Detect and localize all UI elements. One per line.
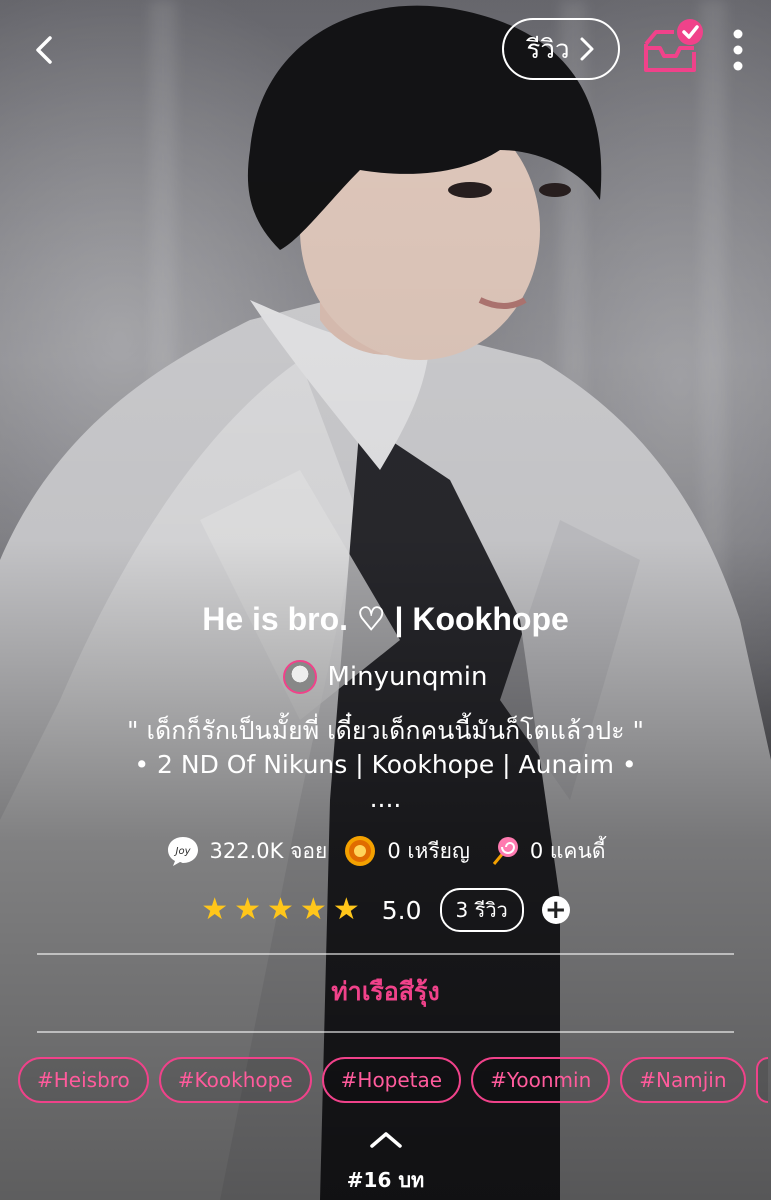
author-link[interactable]: Minyunqmin: [0, 660, 771, 694]
tag-chip[interactable]: #Hopetae: [321, 1057, 462, 1103]
joy-count: 322.0K จอย: [209, 838, 328, 863]
inbox-check-icon: [644, 19, 703, 72]
story-stats: Joy 322.0K จอย 0 เหรียญ 0 แคนดี้: [0, 834, 771, 868]
divider: [37, 1031, 734, 1033]
lollipop-icon: [492, 837, 518, 865]
category-link[interactable]: ท่าเรือสีรุ้ง: [0, 972, 771, 1012]
reviews-count-button[interactable]: 3 รีวิว: [439, 888, 524, 932]
chevron-right-icon: [580, 37, 594, 61]
rating-row: ★ ★ ★ ★ ★ 5.0 3 รีวิว +: [0, 888, 771, 932]
tag-chip[interactable]: #Kookhope: [158, 1057, 312, 1103]
star-icon: ★: [299, 892, 327, 927]
vertical-dots-icon: [733, 29, 743, 71]
library-inbox-button[interactable]: [640, 18, 706, 78]
svg-text:Joy: Joy: [173, 846, 191, 857]
review-button-label: รีวิว: [526, 34, 570, 65]
stat-candy: 0 แคนดี้: [486, 834, 606, 868]
joy-bubble-icon: Joy: [167, 837, 198, 866]
tag-chip[interactable]: #Heisbro: [18, 1057, 149, 1103]
chapter-count[interactable]: #16 บท: [0, 1164, 771, 1196]
top-bar: รีวิว: [0, 0, 771, 100]
star-icon: ★: [201, 892, 229, 927]
add-review-button[interactable]: +: [541, 895, 570, 925]
rating-value: 5.0: [381, 895, 422, 925]
candy-count: 0 แคนดี้: [529, 838, 606, 863]
back-button[interactable]: [24, 30, 64, 70]
expand-chapters-button[interactable]: [366, 1128, 406, 1152]
star-rating: ★ ★ ★ ★ ★: [201, 895, 366, 925]
coin-count: 0 เหรียญ: [387, 838, 470, 863]
author-name: Minyunqmin: [327, 662, 488, 692]
story-description: " เด็กก็รักเป็นมั้ยพี่ เดี๋ยวเด็กคนนี้มั…: [127, 716, 644, 813]
tag-list: #Heisbro #Kookhope #Hopetae #Yoonmin #Na…: [18, 1057, 768, 1103]
tag-chip[interactable]: #Namjin: [620, 1057, 746, 1103]
stat-coins: 0 เหรียญ: [343, 834, 470, 868]
story-title: He is bro. ♡ | Kookhope: [202, 601, 569, 637]
star-icon: ★: [332, 892, 360, 927]
chevron-up-icon: [370, 1132, 402, 1148]
tag-chip[interactable]: #Yoonmin: [471, 1057, 611, 1103]
author-avatar: [283, 660, 318, 694]
star-icon: ★: [267, 892, 294, 927]
review-button[interactable]: รีวิว: [502, 18, 620, 80]
coin-icon: [345, 836, 376, 866]
divider: [37, 953, 734, 955]
star-icon: ★: [234, 892, 262, 927]
chevron-left-icon: [36, 36, 52, 64]
more-options-button[interactable]: [722, 24, 754, 76]
stat-joy: Joy 322.0K จอย: [166, 834, 328, 868]
tag-chip-partial[interactable]: [755, 1057, 768, 1103]
plus-circle-icon: +: [544, 895, 567, 925]
